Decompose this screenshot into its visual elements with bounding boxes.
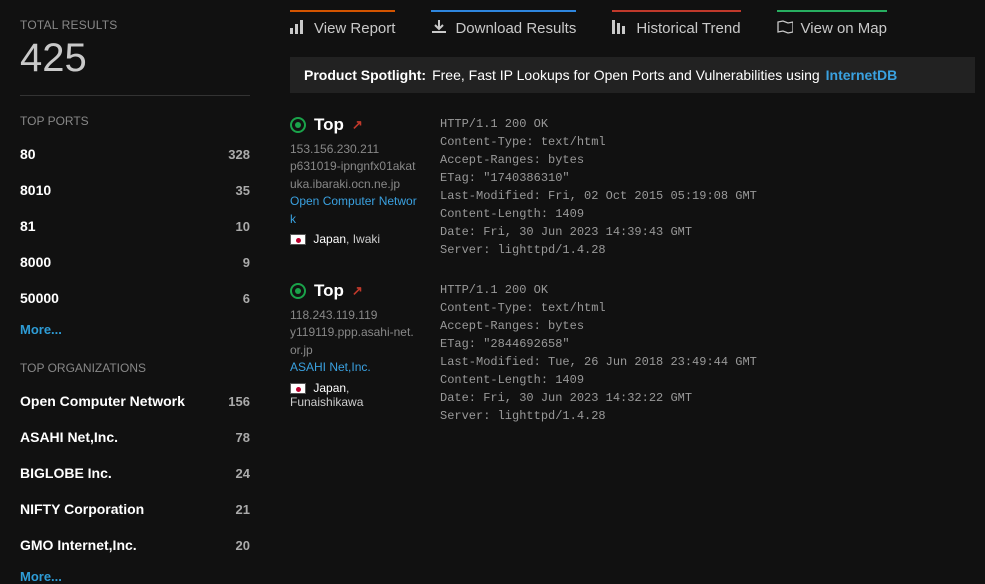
- tab-view-report[interactable]: View Report: [290, 10, 395, 37]
- org-value: GMO Internet,Inc.: [20, 537, 137, 553]
- org-item[interactable]: NIFTY Corporation 21: [20, 495, 250, 523]
- top-orgs-title: TOP ORGANIZATIONS: [20, 361, 250, 375]
- org-value: BIGLOBE Inc.: [20, 465, 112, 481]
- port-item[interactable]: 80 328: [20, 140, 250, 168]
- spotlight-text: Free, Fast IP Lookups for Open Ports and…: [432, 67, 820, 83]
- comma: ,: [346, 232, 353, 246]
- result-headers: HTTP/1.1 200 OK Content-Type: text/html …: [440, 115, 757, 259]
- result-city: Funaishikawa: [290, 395, 363, 409]
- port-count: 6: [243, 291, 250, 306]
- port-value: 8010: [20, 182, 51, 198]
- external-link-icon[interactable]: ↗: [352, 117, 363, 133]
- tab-label: Historical Trend: [636, 20, 740, 37]
- port-count: 35: [236, 183, 250, 198]
- org-item[interactable]: ASAHI Net,Inc. 78: [20, 423, 250, 451]
- org-item[interactable]: BIGLOBE Inc. 24: [20, 459, 250, 487]
- port-item[interactable]: 81 10: [20, 212, 250, 240]
- result-hostname: p631019-ipngnfx01akatuka.ibaraki.ocn.ne.…: [290, 158, 420, 193]
- result-org-link[interactable]: ASAHI Net,Inc.: [290, 360, 371, 374]
- port-count: 10: [236, 219, 250, 234]
- result-country: Japan: [313, 381, 346, 395]
- result-ip: 118.243.119.119: [290, 307, 420, 324]
- port-value: 50000: [20, 290, 59, 306]
- org-count: 24: [236, 466, 250, 481]
- flag-japan-icon: [290, 383, 306, 394]
- target-icon: [290, 283, 306, 299]
- bar-chart-icon: [290, 20, 306, 37]
- top-ports-title: TOP PORTS: [20, 114, 250, 128]
- result-ip: 153.156.230.211: [290, 141, 420, 158]
- result-country: Japan: [313, 232, 346, 246]
- result-headers: HTTP/1.1 200 OK Content-Type: text/html …: [440, 281, 757, 425]
- port-count: 9: [243, 255, 250, 270]
- port-count: 328: [228, 147, 250, 162]
- top-orgs-list: Open Computer Network 156 ASAHI Net,Inc.…: [20, 387, 250, 559]
- ports-more-link[interactable]: More...: [20, 322, 62, 337]
- trend-icon: [612, 20, 628, 37]
- flag-japan-icon: [290, 234, 306, 245]
- spotlight-label: Product Spotlight:: [304, 67, 426, 83]
- org-item[interactable]: GMO Internet,Inc. 20: [20, 531, 250, 559]
- org-value: Open Computer Network: [20, 393, 185, 409]
- download-icon: [431, 20, 447, 37]
- tab-label: View on Map: [801, 20, 887, 37]
- port-item[interactable]: 50000 6: [20, 284, 250, 312]
- spotlight-link[interactable]: InternetDB: [826, 67, 898, 83]
- result-org-link[interactable]: Open Computer Network: [290, 194, 417, 225]
- tab-label: View Report: [314, 20, 395, 37]
- total-results-label: TOTAL RESULTS: [20, 18, 250, 32]
- target-icon: [290, 117, 306, 133]
- org-count: 78: [236, 430, 250, 445]
- top-ports-list: 80 328 8010 35 81 10 8000 9 50000 6: [20, 140, 250, 312]
- org-value: NIFTY Corporation: [20, 501, 144, 517]
- tabs: View Report Download Results Historical …: [290, 10, 975, 37]
- tab-label: Download Results: [455, 20, 576, 37]
- product-spotlight-banner: Product Spotlight: Free, Fast IP Lookups…: [290, 57, 975, 93]
- map-icon: [777, 20, 793, 37]
- divider: [20, 95, 250, 96]
- port-value: 8000: [20, 254, 51, 270]
- org-count: 20: [236, 538, 250, 553]
- org-count: 21: [236, 502, 250, 517]
- tab-historical-trend[interactable]: Historical Trend: [612, 10, 740, 37]
- org-value: ASAHI Net,Inc.: [20, 429, 118, 445]
- external-link-icon[interactable]: ↗: [352, 283, 363, 299]
- org-count: 156: [228, 394, 250, 409]
- port-value: 81: [20, 218, 36, 234]
- port-item[interactable]: 8000 9: [20, 248, 250, 276]
- result-title[interactable]: Top: [314, 115, 344, 135]
- result-title[interactable]: Top: [314, 281, 344, 301]
- port-item[interactable]: 8010 35: [20, 176, 250, 204]
- result-item: Top ↗ 118.243.119.119 y119119.ppp.asahi-…: [290, 281, 975, 425]
- result-hostname: y119119.ppp.asahi-net.or.jp: [290, 324, 420, 359]
- total-results-count: 425: [20, 36, 250, 81]
- orgs-more-link[interactable]: More...: [20, 569, 62, 584]
- result-city: Iwaki: [353, 232, 380, 246]
- port-value: 80: [20, 146, 36, 162]
- result-item: Top ↗ 153.156.230.211 p631019-ipngnfx01a…: [290, 115, 975, 259]
- tab-download-results[interactable]: Download Results: [431, 10, 576, 37]
- comma: ,: [346, 381, 349, 395]
- org-item[interactable]: Open Computer Network 156: [20, 387, 250, 415]
- tab-view-on-map[interactable]: View on Map: [777, 10, 887, 37]
